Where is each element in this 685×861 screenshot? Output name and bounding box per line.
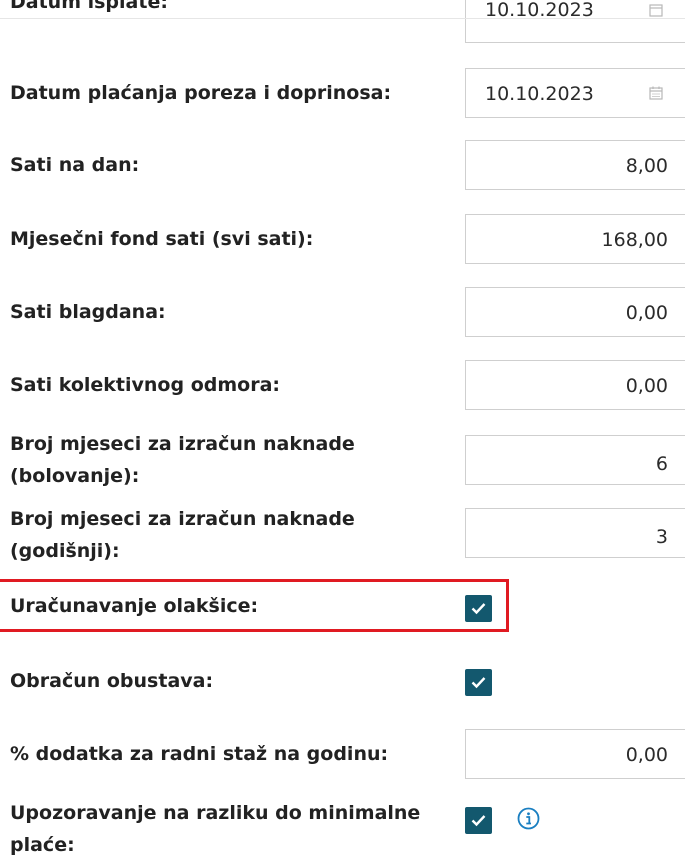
field-label-line1: Broj mjeseci za izračun naknade bbox=[10, 508, 355, 530]
number-input-mjesecni-fond-sati[interactable]: 168,00 bbox=[465, 214, 685, 264]
field-label: Obračun obustava: bbox=[10, 670, 214, 692]
field-label: Upozoravanje na razliku do minimalne pla… bbox=[10, 797, 450, 861]
number-input-broj-mjeseci-godisnji[interactable]: 3 bbox=[465, 508, 685, 558]
number-input-sati-na-dan[interactable]: 8,00 bbox=[465, 140, 685, 190]
checkbox-uracunavanje-olaksice[interactable] bbox=[465, 595, 492, 622]
field-value: 8,00 bbox=[625, 155, 668, 177]
field-value: 3 bbox=[655, 526, 668, 548]
field-label: Datum plaćanja poreza i doprinosa: bbox=[10, 82, 392, 104]
date-input-datum-placanja[interactable]: 10.10.2023 bbox=[465, 68, 685, 118]
field-label: % dodatka za radni staž na godinu: bbox=[10, 743, 389, 765]
field-value: 6 bbox=[655, 453, 668, 475]
field-label-line1: Broj mjeseci za izračun naknade bbox=[10, 433, 355, 455]
field-value: 0,00 bbox=[625, 744, 668, 766]
calendar-icon[interactable] bbox=[649, 3, 663, 17]
field-label: Broj mjeseci za izračun naknade (godišnj… bbox=[10, 503, 450, 567]
checkbox-obracun-obustava[interactable] bbox=[465, 669, 492, 696]
checkmark-icon bbox=[471, 677, 486, 689]
calendar-icon[interactable] bbox=[649, 86, 663, 100]
field-label: Datum isplate: bbox=[10, 0, 168, 13]
number-input-dodatak-radni-staz[interactable]: 0,00 bbox=[465, 729, 685, 779]
info-icon[interactable] bbox=[517, 807, 540, 830]
field-value: 168,00 bbox=[601, 229, 668, 251]
top-divider bbox=[0, 18, 685, 19]
number-input-sati-blagdana[interactable]: 0,00 bbox=[465, 287, 685, 337]
field-label-line2: (bolovanje): bbox=[10, 465, 140, 487]
checkmark-icon bbox=[471, 815, 486, 827]
field-label-line2: plaće: bbox=[10, 834, 75, 856]
date-input-datum-isplate[interactable]: 10.10.2023 bbox=[465, 0, 685, 43]
field-label: Mjesečni fond sati (svi sati): bbox=[10, 228, 314, 250]
checkbox-upozoravanje-minimalna-placa[interactable] bbox=[465, 807, 492, 834]
field-label: Broj mjeseci za izračun naknade (bolovan… bbox=[10, 428, 450, 492]
field-label: Uračunavanje olakšice: bbox=[10, 595, 259, 617]
number-input-sati-kolektivnog-odmora[interactable]: 0,00 bbox=[465, 360, 685, 410]
field-value: 0,00 bbox=[625, 302, 668, 324]
date-value: 10.10.2023 bbox=[485, 83, 594, 105]
field-label: Sati blagdana: bbox=[10, 301, 166, 323]
number-input-broj-mjeseci-bolovanje[interactable]: 6 bbox=[465, 435, 685, 485]
field-value: 0,00 bbox=[625, 375, 668, 397]
field-label: Sati na dan: bbox=[10, 154, 140, 176]
field-label: Sati kolektivnog odmora: bbox=[10, 374, 280, 396]
field-label-line1: Upozoravanje na razliku do minimalne bbox=[10, 802, 421, 824]
checkmark-icon bbox=[471, 603, 486, 615]
field-label-line2: (godišnji): bbox=[10, 540, 120, 562]
